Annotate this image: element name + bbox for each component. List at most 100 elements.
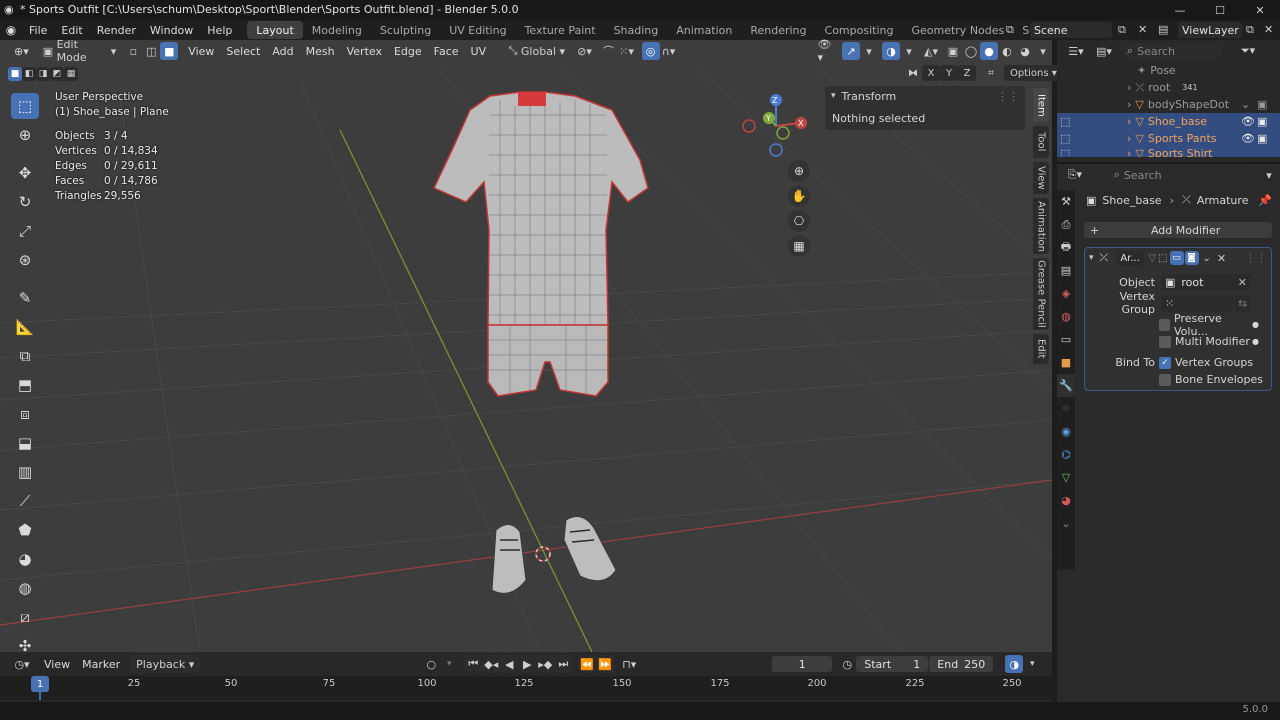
eye-icon[interactable]: 👁 xyxy=(1241,115,1255,128)
filter-icon[interactable]: ⏷▾ xyxy=(1235,42,1261,60)
mesh-symmetry-icon[interactable]: ⌗ xyxy=(982,65,1000,81)
edit-mode-row-icon[interactable]: ⬚ xyxy=(1060,147,1070,157)
outliner-row-pose[interactable]: ✦ Pose xyxy=(1057,62,1280,79)
render-toggle-icon[interactable]: ◙ xyxy=(1184,251,1199,265)
prev-marker-icon[interactable]: ⏪ xyxy=(578,655,597,673)
move-tool-icon[interactable]: ✥ xyxy=(11,160,39,186)
extrude-tool-icon[interactable]: ⬒ xyxy=(11,372,39,398)
outliner-row-root[interactable]: › ⤫ root 341 xyxy=(1057,79,1280,96)
bone-envelopes-checkbox[interactable] xyxy=(1159,373,1171,386)
workspace-tab-sculpting[interactable]: Sculpting xyxy=(371,21,440,39)
outliner-row-bodyshapedot[interactable]: › ▽ bodyShapeDot ⌄ ▣ xyxy=(1057,96,1280,113)
eye-icon[interactable]: 👁 xyxy=(1241,132,1255,145)
xray-toggle-icon[interactable]: ▣ xyxy=(944,42,962,60)
workspace-tab-animation[interactable]: Animation xyxy=(667,21,741,39)
pin-icon[interactable]: 📌 xyxy=(1258,194,1272,207)
viewport-menu-select[interactable]: Select xyxy=(220,41,266,61)
overlay-dropdown-icon[interactable]: ▾ xyxy=(900,42,918,60)
end-frame-field[interactable]: End 250 xyxy=(929,656,994,672)
data-tab-icon[interactable]: ▽ xyxy=(1057,466,1075,489)
transform-panel-header[interactable]: ▾ Transform ⋮⋮ xyxy=(825,86,1025,106)
realtime-toggle-icon[interactable]: ▭ xyxy=(1169,251,1184,265)
scene-selector[interactable]: Scene xyxy=(1030,22,1112,38)
gizmo-x-label[interactable]: X xyxy=(798,119,803,128)
inset-tool-icon[interactable]: ⧈ xyxy=(11,401,39,427)
modifier-tab-icon[interactable]: 🔧 xyxy=(1057,374,1075,397)
tab-grease-pencil[interactable]: Grease Pencil xyxy=(1033,258,1049,330)
mesh-edit-overlay-icon[interactable]: ◭▾ xyxy=(922,42,940,60)
menu-help[interactable]: Help xyxy=(200,20,239,40)
expand-arrow-icon[interactable]: › xyxy=(1127,98,1131,111)
timeline-menu-view[interactable]: View xyxy=(38,654,76,674)
editor-type-icon[interactable]: ⊕▾ xyxy=(10,42,33,60)
next-keyframe-icon[interactable]: ▸◆ xyxy=(536,655,555,673)
snap-target-icon[interactable]: ⁙▾ xyxy=(618,42,636,60)
preserve-volume-row[interactable]: Preserve Volu... ● xyxy=(1085,312,1271,338)
on-cage-icon[interactable]: ▽ xyxy=(1148,253,1156,264)
multi-modifier-row[interactable]: Multi Modifier ● xyxy=(1085,333,1271,350)
render-tab-icon[interactable]: ⎙ xyxy=(1057,213,1075,236)
output-tab-icon[interactable]: 🖶 xyxy=(1057,236,1075,259)
3d-viewport[interactable]: Z X Y xyxy=(0,40,1052,652)
object-field[interactable]: ▣ root ✕ xyxy=(1161,273,1251,291)
object-tab-icon[interactable]: ■ xyxy=(1057,351,1075,374)
menu-file[interactable]: File xyxy=(22,20,54,40)
new-view-layer-icon[interactable]: ⧉ xyxy=(1246,23,1254,37)
modifier-drag-handle-icon[interactable]: ⋮⋮ xyxy=(1245,252,1267,265)
workspace-tab-compositing[interactable]: Compositing xyxy=(816,21,903,39)
viewport-menu-vertex[interactable]: Vertex xyxy=(341,41,388,61)
mirror-z-button[interactable]: Z xyxy=(958,65,976,81)
outliner-search-input[interactable]: ⌕ Search xyxy=(1123,43,1221,59)
viewport-menu-edge[interactable]: Edge xyxy=(388,41,428,61)
workspace-tab-layout[interactable]: Layout xyxy=(247,21,303,39)
falloff-icon[interactable]: ∩▾ xyxy=(660,42,678,60)
gizmo-y-label[interactable]: Y xyxy=(766,114,771,123)
prev-keyframe-icon[interactable]: ◆◂ xyxy=(482,655,501,673)
outliner-row-shoe-base[interactable]: ⬚ › ▽ Shoe_base 👁 ▣ xyxy=(1057,113,1280,130)
transform-tool-icon[interactable]: ⊛ xyxy=(11,247,39,273)
minimize-button[interactable]: — xyxy=(1160,0,1200,20)
keyframe-dot-icon[interactable]: ● xyxy=(1252,337,1259,346)
delete-view-layer-icon[interactable]: ✕ xyxy=(1264,23,1273,36)
tab-animation[interactable]: Animation xyxy=(1033,198,1049,254)
mode-selector[interactable]: ▣ Edit Mode ▾ xyxy=(39,38,121,64)
snapping-icon[interactable]: ⊓▾ xyxy=(620,655,638,673)
add-modifier-button[interactable]: + Add Modifier xyxy=(1084,222,1272,238)
cursor-tool-icon[interactable]: ⊕ xyxy=(11,122,39,148)
frame-ruler[interactable]: 25 50 75 100 125 150 175 200 225 250 1 xyxy=(0,676,1052,700)
expand-arrow-icon[interactable]: › xyxy=(1127,81,1131,94)
select-new-icon[interactable]: ■ xyxy=(8,67,22,81)
properties-options-icon[interactable]: ▾ xyxy=(1260,166,1278,184)
outliner-row-sports-shirt[interactable]: ⬚ › ▽ Sports Shirt xyxy=(1057,147,1280,157)
modifier-dropdown-icon[interactable]: ⌄ xyxy=(1203,253,1211,264)
workspace-tab-texture-paint[interactable]: Texture Paint xyxy=(516,21,605,39)
perspective-toggle-icon[interactable]: ▦ xyxy=(788,235,810,257)
invert-vertex-group-icon[interactable]: ⇆ xyxy=(1234,294,1250,312)
smooth-tool-icon[interactable]: ◍ xyxy=(11,575,39,601)
particles-tab-icon[interactable]: ⁘ xyxy=(1057,397,1075,420)
menu-render[interactable]: Render xyxy=(90,20,143,40)
timeline-overlay-icon[interactable]: ◑ xyxy=(1005,655,1024,673)
new-scene-icon[interactable]: ⧉ xyxy=(1118,23,1126,37)
outliner-editor-type-icon[interactable]: ☰▾ xyxy=(1061,42,1091,60)
select-invert-icon[interactable]: ◩ xyxy=(50,67,64,81)
expand-arrow-icon[interactable]: › xyxy=(1127,115,1131,128)
overlay-toggle-icon[interactable]: ◑ xyxy=(882,42,900,60)
edit-mode-row-icon[interactable]: ⬚ xyxy=(1060,115,1070,128)
camera-view-icon[interactable]: ⎔ xyxy=(788,210,810,232)
timeline-menu-marker[interactable]: Marker xyxy=(76,654,126,674)
timeline-editor-type-icon[interactable]: ◷▾ xyxy=(10,655,34,673)
clear-object-icon[interactable]: ✕ xyxy=(1238,276,1247,289)
workspace-tab-rendering[interactable]: Rendering xyxy=(741,21,815,39)
shading-options-icon[interactable]: ▾ xyxy=(1034,42,1052,60)
scene-icon[interactable]: ⧉ xyxy=(1006,23,1014,37)
edge-slide-tool-icon[interactable]: ⧄ xyxy=(11,604,39,630)
rotate-tool-icon[interactable]: ↻ xyxy=(11,189,39,215)
select-subtract-icon[interactable]: ◨ xyxy=(36,67,50,81)
jump-end-icon[interactable]: ⏭ xyxy=(554,655,573,673)
viewport-menu-view[interactable]: View xyxy=(182,41,220,61)
tab-view[interactable]: View xyxy=(1033,162,1049,194)
add-cube-tool-icon[interactable]: ⧉ xyxy=(11,343,39,369)
visibility-icon[interactable]: 👁▾ xyxy=(818,38,836,64)
current-frame-field[interactable]: 1 xyxy=(772,656,833,672)
